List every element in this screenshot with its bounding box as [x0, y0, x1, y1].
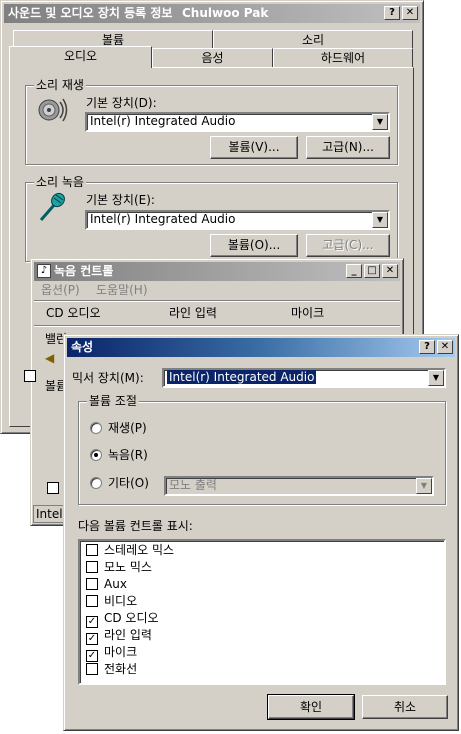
title-overlay-text: Chulwoo Pak [182, 6, 269, 20]
checkbox-unchecked[interactable] [86, 663, 98, 675]
chevron-down-icon[interactable]: ▼ [372, 114, 388, 130]
partial-checkbox[interactable] [24, 370, 36, 382]
list-item[interactable]: Aux [86, 576, 127, 592]
speaker-small-icon: ◀ [45, 351, 55, 365]
other-device-value: 모노 출력 [169, 478, 217, 492]
list-item-label: 라인 입력 [104, 628, 152, 642]
radio-playback-label[interactable]: 재생(P) [108, 421, 147, 435]
checkbox-unchecked[interactable] [86, 544, 98, 556]
column-divider [34, 325, 400, 327]
list-item[interactable]: 비디오 [86, 593, 137, 609]
record-control-titlebar[interactable]: ♪ 녹음 컨트롤 _ □ ✕ [34, 262, 400, 281]
record-control-title: 녹음 컨트롤 [54, 264, 114, 278]
recording-advanced-button[interactable]: 고급(C)... [306, 234, 390, 257]
menu-divider [34, 300, 400, 302]
mixer-app-icon: ♪ [37, 264, 51, 278]
tab-sounds[interactable]: 소리 [213, 30, 413, 50]
list-item-label: CD 오디오 [104, 611, 159, 625]
checkbox-unchecked[interactable] [86, 561, 98, 573]
playback-group-label: 소리 재생 [34, 78, 86, 92]
chevron-down-icon[interactable]: ▼ [428, 370, 444, 386]
radio-recording-label[interactable]: 녹음(R) [108, 448, 148, 462]
list-item[interactable]: ✓ 라인 입력 [86, 627, 152, 645]
list-item-label: 전화선 [104, 662, 138, 676]
recording-group-label: 소리 녹음 [34, 175, 86, 189]
mixer-device-label: 믹서 장치(M): [72, 371, 144, 385]
mixer-device-value: Intel(r) Integrated Audio [167, 370, 317, 384]
list-item[interactable]: ✓ CD 오디오 [86, 610, 159, 628]
list-item[interactable]: ✓ 마이크 [86, 644, 138, 662]
properties-titlebar[interactable]: 속성 ? ✕ [67, 338, 455, 357]
list-item-label: 모노 믹스 [104, 560, 152, 574]
show-controls-label: 다음 볼륨 컨트롤 표시: [78, 519, 193, 533]
properties-dialog: 속성 ? ✕ 믹서 장치(M): Intel(r) Integrated Aud… [63, 334, 459, 731]
cancel-button[interactable]: 취소 [362, 695, 448, 719]
maximize-button[interactable]: □ [364, 264, 380, 278]
mixer-device-combo[interactable]: Intel(r) Integrated Audio ▼ [162, 368, 446, 388]
list-item[interactable]: 전화선 [86, 661, 137, 677]
checkbox-unchecked[interactable] [86, 595, 98, 607]
main-titlebar[interactable]: 사운드 및 오디오 장치 등록 정보 Chulwoo Pak ? ✕ [4, 4, 420, 23]
checkbox-unchecked[interactable] [86, 578, 98, 590]
list-item[interactable]: 스테레오 믹스 [86, 542, 174, 558]
ok-button[interactable]: 확인 [267, 694, 355, 720]
playback-volume-button[interactable]: 볼륨(V)... [210, 136, 298, 159]
help-button[interactable]: ? [419, 340, 435, 354]
chevron-down-icon[interactable]: ▼ [372, 212, 388, 228]
recording-device-value: Intel(r) Integrated Audio [90, 212, 236, 226]
radio-other[interactable] [90, 477, 102, 489]
list-item-label: 비디오 [104, 594, 138, 608]
playback-advanced-button[interactable]: 고급(N)... [306, 136, 390, 159]
microphone-icon [39, 192, 65, 221]
help-button[interactable]: ? [384, 6, 400, 20]
close-button[interactable]: ✕ [402, 6, 418, 20]
close-button[interactable]: ✕ [382, 264, 398, 278]
radio-recording[interactable] [90, 449, 102, 461]
menu-options[interactable]: 옵션(P) [41, 283, 80, 297]
speaker-icon [38, 98, 68, 122]
list-item[interactable]: 모노 믹스 [86, 559, 152, 575]
list-item-label: Aux [104, 577, 127, 591]
radio-playback[interactable] [90, 422, 102, 434]
chevron-down-icon[interactable]: ▼ [416, 478, 432, 494]
volume-controls-list[interactable]: 스테레오 믹스모노 믹스 Aux 비디오 ✓ CD 오디오 ✓ 라인 입력 ✓ 마이크 전화선 [78, 539, 446, 685]
column-microphone: 마이크 [291, 306, 325, 320]
select-checkbox[interactable] [47, 482, 59, 494]
other-device-combo[interactable]: 모노 출력 ▼ [164, 476, 434, 496]
radio-other-label[interactable]: 기타(O) [108, 476, 149, 490]
tab-hardware[interactable]: 하드웨어 [273, 48, 413, 68]
column-line-in: 라인 입력 [169, 306, 217, 320]
properties-title: 속성 [71, 340, 94, 354]
playback-device-combo[interactable]: Intel(r) Integrated Audio ▼ [85, 112, 390, 132]
recording-device-label: 기본 장치(E): [86, 193, 155, 207]
close-button[interactable]: ✕ [437, 340, 453, 354]
recording-device-combo[interactable]: Intel(r) Integrated Audio ▼ [85, 210, 390, 230]
list-item-label: 스테레오 믹스 [104, 543, 175, 557]
recording-volume-button[interactable]: 볼륨(O)... [210, 234, 298, 257]
tab-audio[interactable]: 오디오 [9, 46, 152, 68]
list-item-label: 마이크 [104, 645, 138, 659]
minimize-button[interactable]: _ [346, 264, 362, 278]
playback-device-value: Intel(r) Integrated Audio [90, 114, 236, 128]
menu-help[interactable]: 도움말(H) [96, 283, 148, 297]
playback-device-label: 기본 장치(D): [86, 96, 157, 110]
volume-adjust-label: 볼륨 조절 [87, 394, 139, 408]
column-cd-audio: CD 오디오 [46, 306, 101, 320]
main-title: 사운드 및 오디오 장치 등록 정보 [8, 6, 173, 20]
tab-voice[interactable]: 음성 [152, 48, 273, 68]
